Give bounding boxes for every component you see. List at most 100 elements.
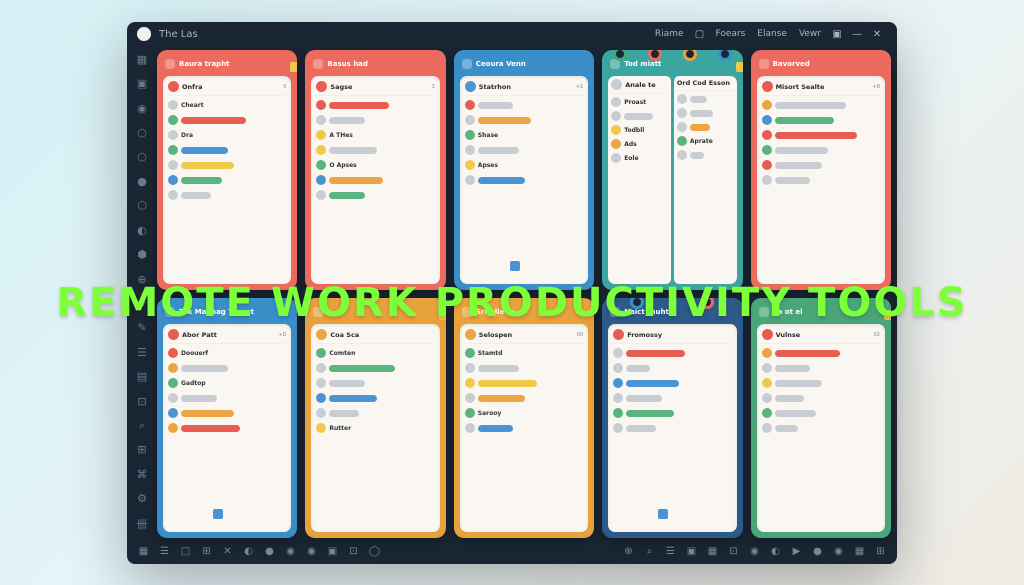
board-card-2[interactable]: Ceoura VennStatrhon+1ShaseApses [454, 50, 594, 290]
task-row[interactable]: Proast [611, 96, 668, 108]
knob-icon[interactable] [718, 50, 732, 61]
task-row[interactable] [613, 362, 731, 374]
task-row[interactable] [465, 392, 583, 404]
sidebar-icon-5[interactable]: ● [134, 174, 150, 188]
task-row[interactable] [677, 149, 734, 161]
task-row[interactable] [762, 422, 880, 434]
sidebar-icon-3[interactable]: ○ [134, 125, 150, 139]
task-row[interactable] [316, 407, 434, 419]
task-row[interactable] [762, 392, 880, 404]
bottombar-left-8[interactable]: ◉ [305, 545, 318, 558]
task-row[interactable]: Gadtop [168, 377, 286, 389]
bottombar-right-10[interactable]: ◉ [832, 545, 845, 558]
task-row[interactable] [613, 377, 731, 389]
task-row[interactable] [465, 99, 583, 111]
task-row[interactable] [762, 362, 880, 374]
knob-icon[interactable] [648, 50, 662, 61]
sidebar-icon-12[interactable]: ☰ [134, 345, 150, 359]
task-row[interactable] [168, 407, 286, 419]
bottombar-right-7[interactable]: ◐ [769, 545, 782, 558]
task-row[interactable] [465, 174, 583, 186]
task-row[interactable] [465, 114, 583, 126]
knob-icon[interactable] [683, 50, 697, 61]
task-row[interactable]: Ads [611, 138, 668, 150]
sidebar-icon-1[interactable]: ▣ [134, 76, 150, 90]
board-card-0[interactable]: Baura traphtOnfra5CheartDra [157, 50, 297, 290]
sidebar-icon-2[interactable]: ◉ [134, 101, 150, 115]
task-row[interactable] [316, 174, 434, 186]
board-card-1[interactable]: Basus hadSagse3A THesO Apses [305, 50, 445, 290]
sidebar-icon-17[interactable]: ⌘ [134, 467, 150, 481]
task-row[interactable]: Apses [465, 159, 583, 171]
task-row[interactable] [316, 362, 434, 374]
task-row[interactable]: Todbll [611, 124, 668, 136]
task-row[interactable]: Rutter [316, 422, 434, 434]
task-row[interactable]: Sarooy [465, 407, 583, 419]
task-row[interactable] [613, 392, 731, 404]
task-row[interactable] [168, 362, 286, 374]
bottombar-right-4[interactable]: ▦ [706, 545, 719, 558]
task-row[interactable] [168, 392, 286, 404]
sidebar-icon-4[interactable]: ○ [134, 150, 150, 164]
task-row[interactable] [762, 144, 880, 156]
task-row[interactable] [168, 144, 286, 156]
task-row[interactable] [762, 99, 880, 111]
task-row[interactable] [465, 362, 583, 374]
knob-icon[interactable] [613, 50, 627, 61]
sidebar-icon-10[interactable]: ★ [134, 296, 150, 310]
bottombar-left-11[interactable]: ◯ [368, 545, 381, 558]
bottombar-left-6[interactable]: ● [263, 545, 276, 558]
sidebar-icon-11[interactable]: ✎ [134, 321, 150, 335]
sidebar-icon-0[interactable]: ▦ [134, 52, 150, 66]
nav-link-0[interactable]: Riame [655, 29, 684, 39]
bottombar-right-6[interactable]: ◉ [748, 545, 761, 558]
task-row[interactable] [677, 93, 734, 105]
bottombar-left-2[interactable]: □ [179, 545, 192, 558]
task-row[interactable] [611, 110, 668, 122]
bottombar-left-0[interactable]: ▦ [137, 545, 150, 558]
bottombar-right-3[interactable]: ▣ [685, 545, 698, 558]
sidebar-icon-14[interactable]: ⊡ [134, 394, 150, 408]
bottombar-right-8[interactable]: ▶ [790, 545, 803, 558]
sidebar-icon-18[interactable]: ⚙ [134, 492, 150, 506]
task-row[interactable]: Aprate [677, 135, 734, 147]
board-card-7[interactable]: Sritelle toSelospen09StamtdSarooy [454, 298, 594, 538]
sidebar-icon-19[interactable]: 卌 [134, 516, 150, 532]
task-row[interactable] [613, 347, 731, 359]
task-row[interactable]: Stamtd [465, 347, 583, 359]
task-row[interactable] [465, 422, 583, 434]
knob-icon[interactable] [700, 298, 714, 309]
task-row[interactable] [168, 174, 286, 186]
bottombar-left-3[interactable]: ⊞ [200, 545, 213, 558]
task-row[interactable] [316, 99, 434, 111]
task-row[interactable] [316, 114, 434, 126]
task-row[interactable] [762, 114, 880, 126]
task-row[interactable] [316, 189, 434, 201]
task-row[interactable] [762, 347, 880, 359]
bottombar-right-12[interactable]: ⊞ [874, 545, 887, 558]
bottombar-left-9[interactable]: ▣ [326, 545, 339, 558]
sidebar-icon-15[interactable]: ⌕ [134, 418, 150, 432]
bottombar-right-1[interactable]: ⌕ [643, 545, 656, 558]
sidebar-icon-7[interactable]: ◐ [134, 223, 150, 237]
nav-link-2[interactable]: Elanse [757, 29, 787, 39]
task-row[interactable] [677, 121, 734, 133]
task-row[interactable] [762, 159, 880, 171]
board-card-5[interactable]: Tak Manaag ToasetAbor Patt+DDoouerfGadto… [157, 298, 297, 538]
task-row[interactable] [168, 189, 286, 201]
task-row[interactable] [465, 144, 583, 156]
square-icon[interactable]: ▢ [693, 28, 705, 40]
nav-link-3[interactable]: Vewr [799, 29, 821, 39]
task-row[interactable] [168, 422, 286, 434]
bottombar-right-11[interactable]: ▦ [853, 545, 866, 558]
task-row[interactable]: Cheart [168, 99, 286, 111]
sidebar-icon-8[interactable]: ⬢ [134, 247, 150, 261]
task-row[interactable] [762, 129, 880, 141]
task-row[interactable]: Eole [611, 152, 668, 164]
task-row[interactable]: A THes [316, 129, 434, 141]
bottombar-left-7[interactable]: ◉ [284, 545, 297, 558]
bottombar-right-2[interactable]: ☰ [664, 545, 677, 558]
knob-icon[interactable] [630, 298, 644, 309]
nav-link-1[interactable]: Foears [715, 29, 745, 39]
task-row[interactable]: Dra [168, 129, 286, 141]
